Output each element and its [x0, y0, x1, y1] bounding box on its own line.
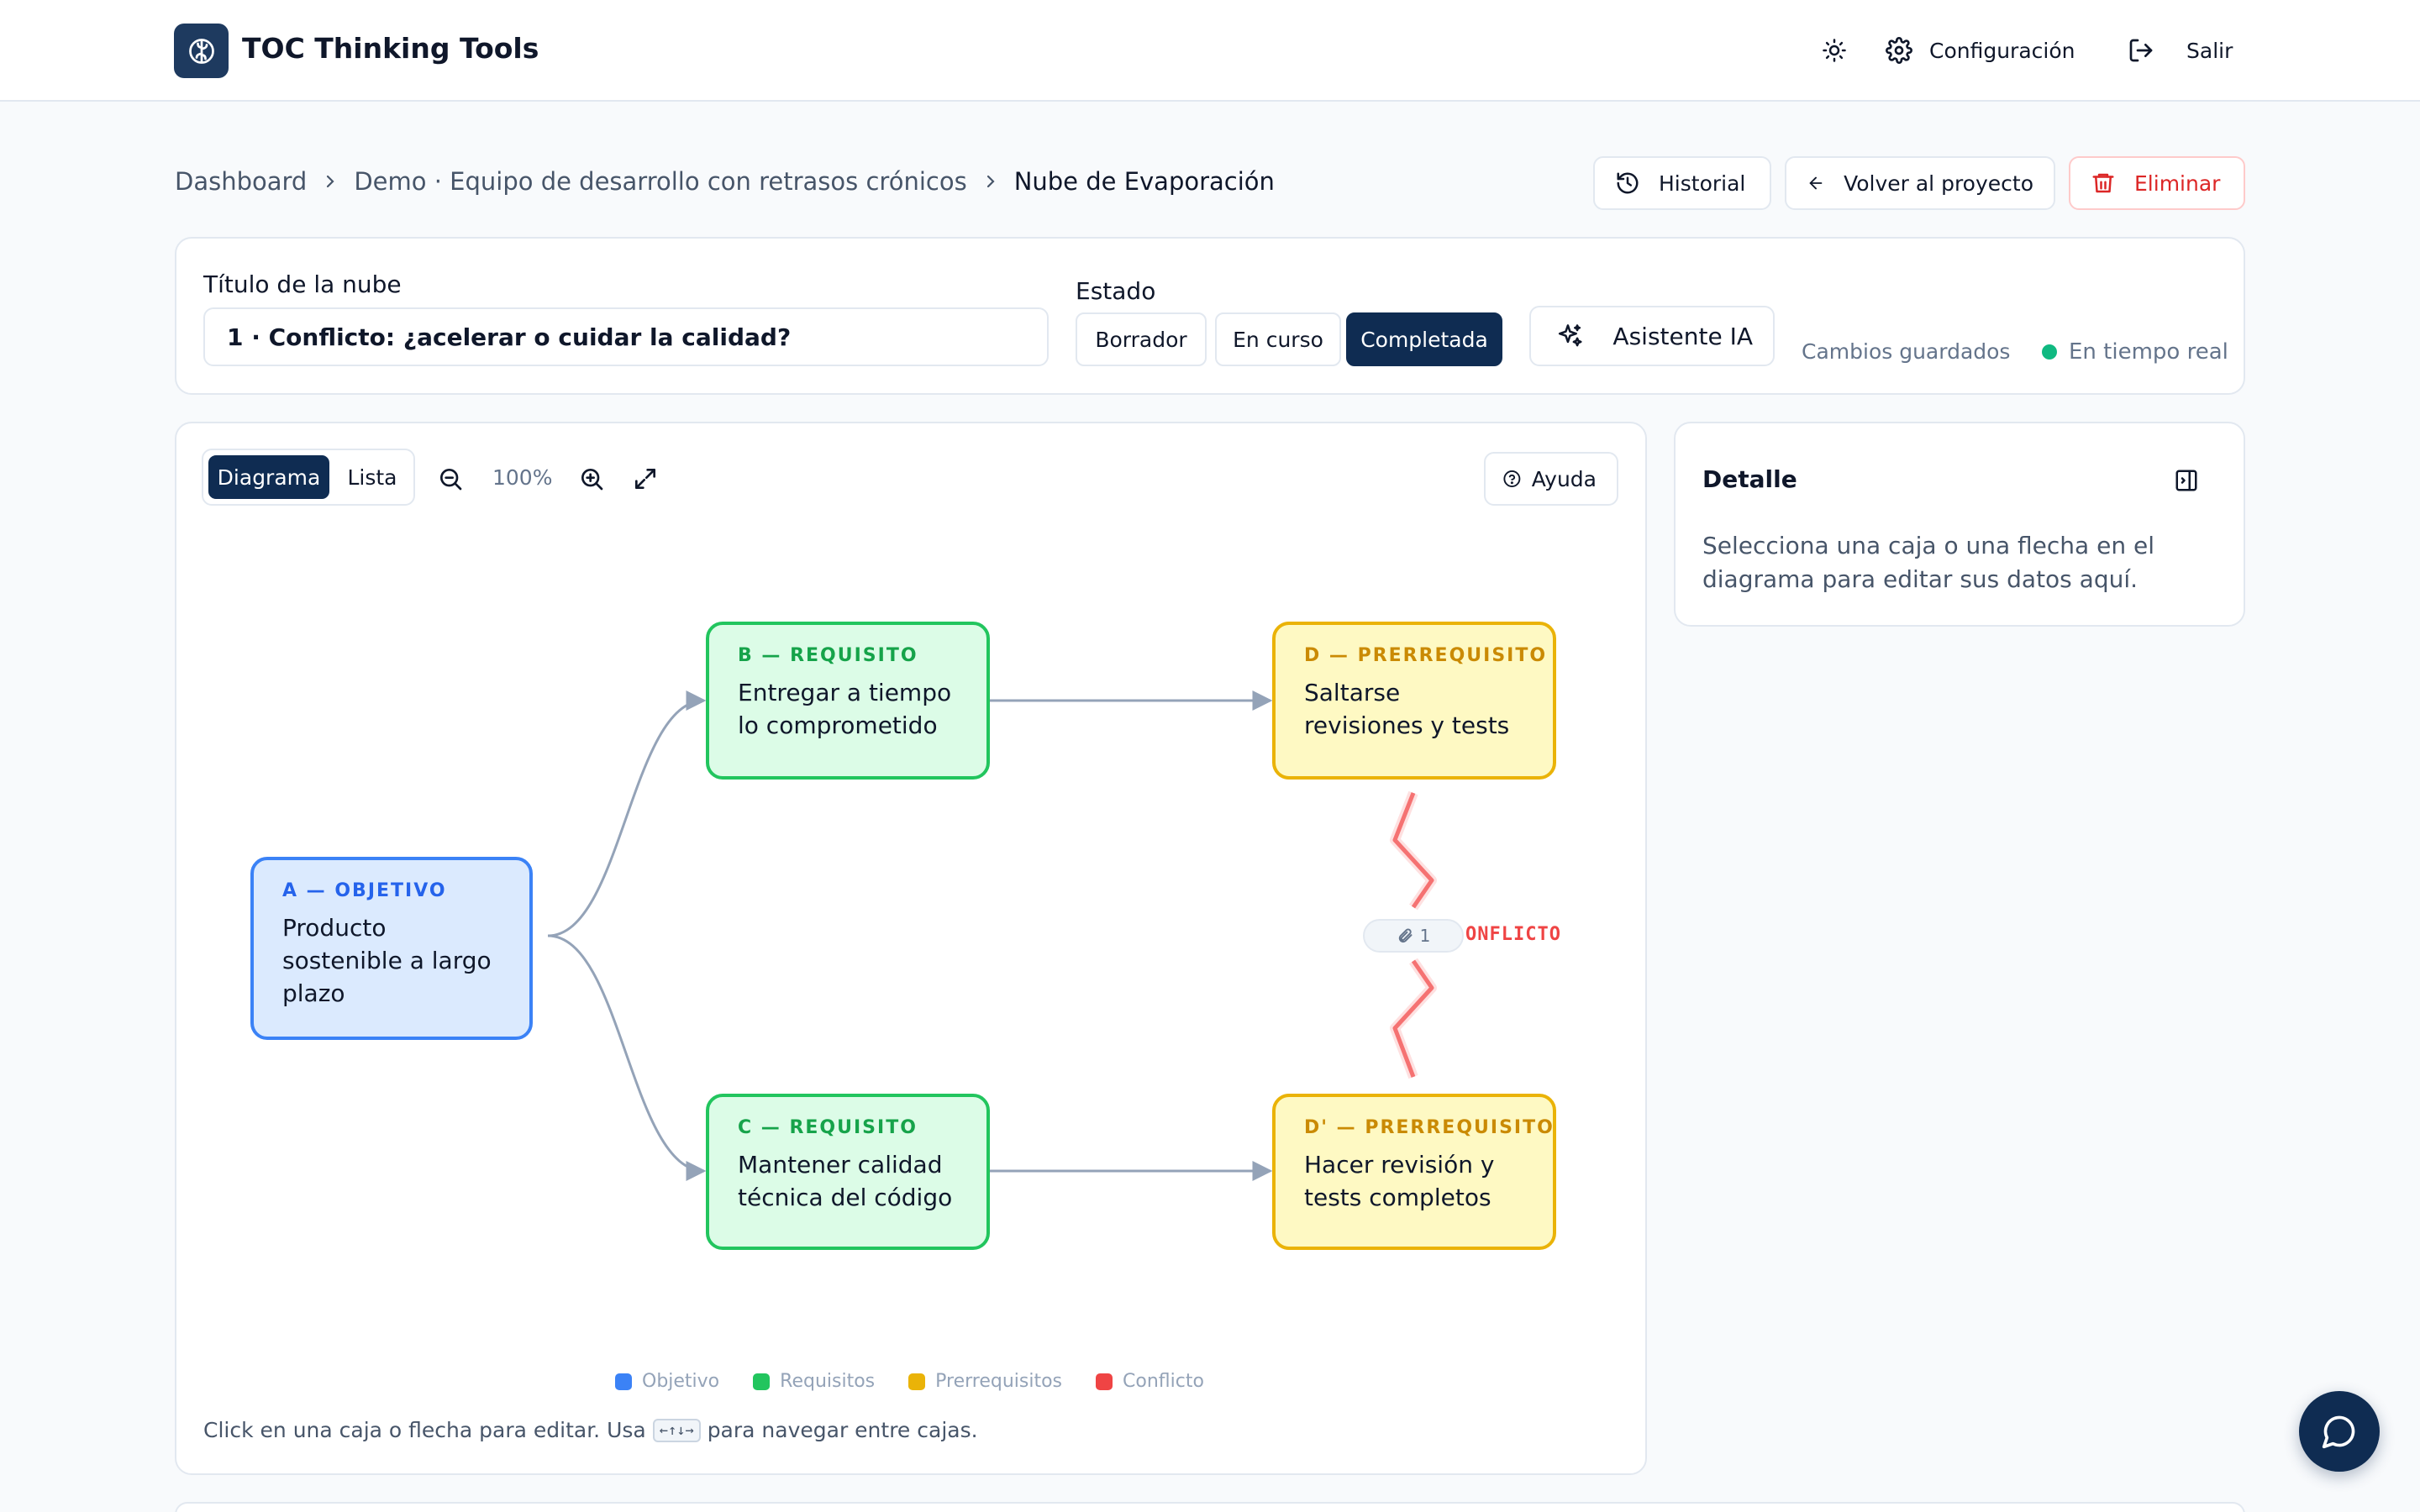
legend-conflict: Conflicto	[1096, 1371, 1204, 1392]
node-dprime-text: Hacer revisión y tests completos	[1304, 1151, 1495, 1211]
legend-requirements: Requisitos	[753, 1371, 875, 1392]
node-c-text: Mantener calidad técnica del código	[738, 1151, 953, 1211]
arrow-a-to-c[interactable]	[547, 934, 707, 1181]
attachment-count: 1	[1419, 926, 1431, 946]
arrow-a-to-b[interactable]	[547, 690, 707, 937]
legend-swatch-requirements	[753, 1373, 771, 1390]
diagram-legend: Objetivo Requisitos Prerrequisitos Confl…	[615, 1371, 1204, 1392]
legend-conflict-label: Conflicto	[1123, 1371, 1204, 1392]
paperclip-icon	[1398, 928, 1413, 943]
collapse-panel-button[interactable]	[2166, 460, 2207, 501]
node-c-tag: C — REQUISITO	[738, 1117, 918, 1138]
node-a-text: Producto sostenible a largo plazo	[282, 914, 492, 1007]
node-dprime-prerequisite[interactable]: D' — PRERREQUISITO Hacer revisión y test…	[1272, 1094, 1556, 1250]
legend-swatch-conflict	[1096, 1373, 1113, 1390]
node-b-text: Entregar a tiempo lo comprometido	[738, 679, 952, 739]
hint-text-before: Click en una caja o flecha para editar. …	[203, 1418, 646, 1442]
attachment-badge[interactable]: 1	[1363, 919, 1464, 953]
node-b-requirement[interactable]: B — REQUISITO Entregar a tiempo lo compr…	[706, 622, 990, 780]
chat-button[interactable]	[2299, 1391, 2380, 1472]
diagram-hint: Click en una caja o flecha para editar. …	[203, 1418, 978, 1442]
node-d-prerequisite[interactable]: D — PRERREQUISITO Saltarse revisiones y …	[1272, 622, 1556, 780]
node-b-tag: B — REQUISITO	[738, 645, 918, 666]
arrow-keys-hint: ←↑↓→	[652, 1418, 701, 1442]
legend-requirements-label: Requisitos	[780, 1371, 876, 1392]
detail-title: Detalle	[1702, 465, 1797, 493]
legend-swatch-prerequisites	[908, 1373, 926, 1390]
hint-text-after: para navegar entre cajas.	[707, 1418, 978, 1442]
legend-objective: Objetivo	[615, 1371, 719, 1392]
panel-collapse-icon	[2175, 470, 2197, 491]
legend-prerequisites-label: Prerrequisitos	[935, 1371, 1063, 1392]
node-dprime-tag: D' — PRERREQUISITO	[1304, 1117, 1555, 1138]
node-c-requirement[interactable]: C — REQUISITO Mantener calidad técnica d…	[706, 1094, 990, 1250]
legend-swatch-objective	[615, 1373, 632, 1390]
conflict-label: ONFLICTO	[1465, 924, 1561, 945]
node-d-text: Saltarse revisiones y tests	[1304, 679, 1510, 739]
chat-bubble-icon	[2322, 1415, 2355, 1449]
legend-objective-label: Objetivo	[642, 1371, 720, 1392]
node-a-tag: A — OBJETIVO	[282, 880, 447, 901]
detail-placeholder: Selecciona una caja o una flecha en el d…	[1702, 532, 2154, 593]
node-d-tag: D — PRERREQUISITO	[1304, 645, 1548, 666]
diagram-connectors	[547, 690, 1437, 1181]
next-section-card	[175, 1502, 2245, 1512]
node-a-objective[interactable]: A — OBJETIVO Producto sostenible a largo…	[250, 857, 533, 1040]
legend-prerequisites: Prerrequisitos	[908, 1371, 1062, 1392]
